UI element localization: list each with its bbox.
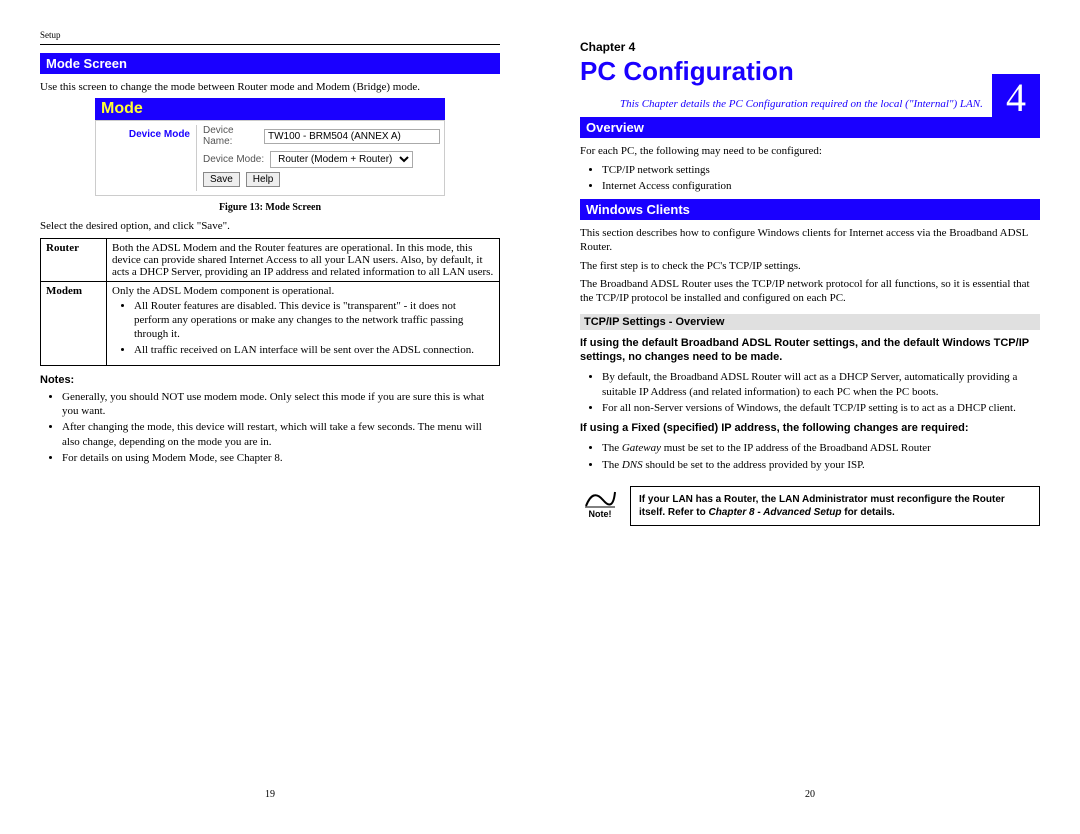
list-item: The Gateway must be set to the IP addres… <box>602 441 1040 455</box>
list-item: Internet Access configuration <box>602 179 1040 193</box>
device-mode-select[interactable]: Router (Modem + Router) <box>270 151 413 168</box>
notes-list: Generally, you should NOT use modem mode… <box>40 390 500 465</box>
page-number-right: 20 <box>580 789 1040 800</box>
mode-figure-bar: Mode <box>95 98 445 120</box>
modem-cell-intro: Only the ADSL Modem component is operati… <box>112 285 334 297</box>
device-name-row: Device Name: <box>203 125 440 147</box>
modem-cell-text: Only the ADSL Modem component is operati… <box>107 281 500 365</box>
tcpip-list-2: The Gateway must be set to the IP addres… <box>580 441 1040 472</box>
note-box: Note! If your LAN has a Router, the LAN … <box>580 486 1040 526</box>
tcpip-heading: TCP/IP Settings - Overview <box>580 314 1040 330</box>
dns-text-b: should be set to the address provided by… <box>643 459 865 471</box>
win-p1: This section describes how to configure … <box>580 226 1040 255</box>
dns-em: DNS <box>622 459 643 471</box>
page-number-left: 19 <box>40 789 500 800</box>
device-mode-row: Device Mode: Router (Modem + Router) <box>203 151 440 168</box>
device-name-label: Device Name: <box>203 125 258 147</box>
save-button[interactable]: Save <box>203 172 240 187</box>
section-bar-mode-screen: Mode Screen <box>40 53 500 74</box>
note-icon-label: Note! <box>589 509 612 519</box>
modem-bullets: All Router features are disabled. This d… <box>112 299 494 358</box>
tcpip-bold1: If using the default Broadband ADSL Rout… <box>580 336 1040 365</box>
tcpip-bold2: If using a Fixed (specified) IP address,… <box>580 421 1040 435</box>
chapter-title: PC Configuration <box>580 56 1040 87</box>
list-item: For all non-Server versions of Windows, … <box>602 401 1040 415</box>
mode-fields: Device Name: Device Mode: Router (Modem … <box>196 125 440 191</box>
left-page: Setup Mode Screen Use this screen to cha… <box>40 30 500 800</box>
overview-intro: For each PC, the following may need to b… <box>580 144 1040 158</box>
header-rule <box>40 44 500 45</box>
mode-screen-figure: Mode Device Mode Device Name: Device Mod… <box>95 98 445 196</box>
running-head: Setup <box>40 30 500 40</box>
mode-options-table: Router Both the ADSL Modem and the Route… <box>40 238 500 366</box>
list-item: Generally, you should NOT use modem mode… <box>62 390 500 419</box>
tcpip-list-1: By default, the Broadband ADSL Router wi… <box>580 370 1040 415</box>
router-cell-label: Router <box>41 238 107 281</box>
right-page: 4 Chapter 4 PC Configuration This Chapte… <box>580 30 1040 800</box>
section-bar-overview: Overview <box>580 117 1040 138</box>
gateway-text-b: must be set to the IP address of the Bro… <box>661 442 931 454</box>
win-p2: The first step is to check the PC's TCP/… <box>580 259 1040 273</box>
after-figure-text: Select the desired option, and click "Sa… <box>40 219 500 233</box>
note-text-em: Chapter 8 - Advanced Setup <box>708 507 841 518</box>
mode-intro: Use this screen to change the mode betwe… <box>40 80 500 94</box>
dns-text-a: The <box>602 459 622 471</box>
gateway-text-a: The <box>602 442 622 454</box>
note-text-2: for details. <box>841 507 894 518</box>
section-bar-windows: Windows Clients <box>580 199 1040 220</box>
router-cell-text: Both the ADSL Modem and the Router featu… <box>107 238 500 281</box>
device-name-input[interactable] <box>264 129 440 144</box>
table-row: Modem Only the ADSL Modem component is o… <box>41 281 500 365</box>
note-text: If your LAN has a Router, the LAN Admini… <box>630 486 1040 526</box>
gateway-em: Gateway <box>622 442 661 454</box>
note-icon: Note! <box>580 486 620 519</box>
chapter-number-box: 4 <box>992 74 1040 122</box>
device-mode-label: Device Mode: <box>203 154 264 165</box>
list-item: All traffic received on LAN interface wi… <box>134 343 494 357</box>
list-item: The DNS should be set to the address pro… <box>602 458 1040 472</box>
mode-buttons-row: Save Help <box>203 172 440 187</box>
list-item: For details on using Modem Mode, see Cha… <box>62 451 500 465</box>
chapter-label: Chapter 4 <box>580 40 1040 54</box>
notes-heading: Notes: <box>40 374 500 386</box>
list-item: TCP/IP network settings <box>602 163 1040 177</box>
win-p3: The Broadband ADSL Router uses the TCP/I… <box>580 277 1040 306</box>
page-spread: Setup Mode Screen Use this screen to cha… <box>0 0 1080 820</box>
table-row: Router Both the ADSL Modem and the Route… <box>41 238 500 281</box>
help-button[interactable]: Help <box>246 172 281 187</box>
list-item: By default, the Broadband ADSL Router wi… <box>602 370 1040 399</box>
figure-caption: Figure 13: Mode Screen <box>40 202 500 213</box>
mode-sidebar-label: Device Mode <box>100 125 196 191</box>
list-item: After changing the mode, this device wil… <box>62 420 500 449</box>
modem-cell-label: Modem <box>41 281 107 365</box>
list-item: All Router features are disabled. This d… <box>134 299 494 342</box>
mode-figure-body: Device Mode Device Name: Device Mode: Ro… <box>95 120 445 196</box>
overview-list: TCP/IP network settings Internet Access … <box>580 163 1040 194</box>
chapter-blurb: This Chapter details the PC Configuratio… <box>620 97 1040 111</box>
